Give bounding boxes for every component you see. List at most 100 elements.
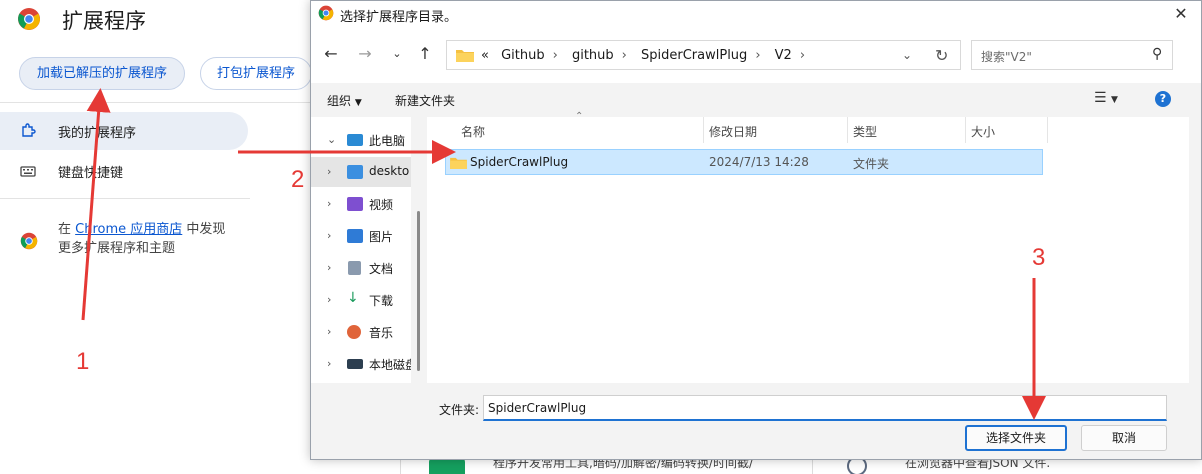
chrome-store-link[interactable]: Chrome 应用商店 [75, 222, 182, 237]
tree-item-documents[interactable]: › 文档 [311, 253, 411, 283]
chevron-right-icon[interactable]: › [622, 48, 627, 63]
search-input[interactable]: 搜索"V2" [981, 48, 1032, 65]
chevron-right-icon[interactable]: › [755, 48, 760, 63]
tree-item-desktop[interactable]: › deskto [311, 157, 411, 187]
up-arrow-icon[interactable]: ↑ [415, 44, 435, 64]
tree-item-label: 下载 [369, 294, 394, 308]
annotation-number: 1 [76, 348, 90, 375]
tree-item-label: 图片 [369, 230, 394, 244]
chevron-right-icon[interactable]: › [327, 293, 331, 306]
select-folder-dialog: 选择扩展程序目录。 ✕ ← → ⌄ ↑ « Github › github › Sp… [310, 0, 1202, 460]
tree-item-label: 音乐 [369, 326, 394, 340]
sidebar-divider [0, 198, 250, 199]
chevron-right-icon[interactable]: › [327, 325, 331, 338]
breadcrumb-item[interactable]: Github [501, 48, 545, 63]
extension-logo-icon [429, 458, 465, 474]
chevron-right-icon[interactable]: › [327, 197, 331, 210]
dialog-title: 选择扩展程序目录。 [340, 10, 458, 25]
chrome-store-icon [20, 232, 38, 250]
breadcrumb-item[interactable]: SpiderCrawlPlug [641, 48, 747, 63]
store-note-suffix: 中发现 [186, 222, 226, 237]
column-header-size[interactable]: 大小 [971, 123, 995, 140]
view-options-icon[interactable]: ☰ ▼ [1094, 90, 1118, 106]
tree-item-pictures[interactable]: › 图片 [311, 221, 411, 251]
refresh-icon[interactable]: ↻ [935, 46, 948, 65]
annotation-number: 3 [1032, 244, 1046, 271]
tree-item-label: 文档 [369, 262, 394, 276]
chevron-right-icon[interactable]: › [800, 48, 805, 63]
address-bar[interactable]: « Github › github › SpiderCrawlPlug › V2 › ⌄… [446, 40, 961, 70]
chrome-icon [318, 5, 334, 21]
tree-item-local-disk[interactable]: › 本地磁盘 [311, 349, 411, 379]
tree-item-downloads[interactable]: › ↓ 下载 [311, 285, 411, 315]
cancel-button[interactable]: 取消 [1081, 425, 1167, 451]
extensions-header: 扩展程序 [0, 0, 312, 40]
store-note-prefix: 在 [58, 222, 72, 237]
page-title: 扩展程序 [62, 9, 146, 33]
chrome-logo-icon [18, 8, 40, 30]
chevron-down-icon[interactable]: ⌄ [902, 48, 912, 62]
column-header-date[interactable]: 修改日期 [709, 123, 757, 140]
forward-arrow-icon[interactable]: → [355, 44, 375, 64]
chevron-right-icon[interactable]: › [553, 48, 558, 63]
breadcrumb-item[interactable]: V2 [775, 48, 792, 63]
breadcrumb: « Github › github › SpiderCrawlPlug › V2 › [481, 48, 815, 63]
video-icon [347, 197, 363, 211]
sidebar-item-my-extensions[interactable]: 我的扩展程序 [0, 112, 248, 150]
close-icon[interactable]: ✕ [1171, 4, 1191, 24]
disk-icon [347, 359, 363, 369]
column-divider[interactable] [847, 117, 848, 143]
column-divider[interactable] [965, 117, 966, 143]
file-row[interactable]: SpiderCrawlPlug 2024/7/13 14:28 文件夹 [445, 149, 1043, 175]
desktop-icon [347, 165, 363, 179]
column-header-name[interactable]: 名称 [461, 123, 485, 140]
folder-icon [450, 157, 467, 169]
header-divider [0, 102, 310, 103]
back-arrow-icon[interactable]: ← [321, 44, 341, 64]
select-folder-button[interactable]: 选择文件夹 [965, 425, 1067, 451]
dialog-titlebar: 选择扩展程序目录。 ✕ [311, 1, 1201, 27]
puzzle-icon [22, 123, 36, 137]
store-note: 在 Chrome 应用商店 中发现 更多扩展程序和主题 [58, 220, 258, 258]
breadcrumb-overflow[interactable]: « [481, 48, 489, 63]
help-icon[interactable]: ? [1155, 91, 1171, 107]
tree-item-music[interactable]: › 音乐 [311, 317, 411, 347]
sort-ascending-icon: ⌃ [575, 111, 584, 122]
sidebar-item-label: 我的扩展程序 [58, 126, 137, 141]
chevron-right-icon[interactable]: › [327, 229, 331, 242]
column-divider[interactable] [703, 117, 704, 143]
column-header-type[interactable]: 类型 [853, 123, 877, 140]
tree-item-videos[interactable]: › 视频 [311, 189, 411, 219]
column-divider[interactable] [1047, 117, 1048, 143]
folder-icon [456, 50, 474, 62]
file-type: 文件夹 [853, 157, 890, 171]
command-bar: 组织 ▼ 新建文件夹 ☰ ▼ ? [311, 85, 1201, 115]
file-list-scrollbar[interactable] [1189, 117, 1201, 383]
file-date: 2024/7/13 14:28 [709, 155, 809, 169]
dialog-footer: 文件夹: 选择文件夹 取消 [311, 383, 1201, 459]
pack-extension-button[interactable]: 打包扩展程序 [200, 57, 312, 90]
caret-down-icon: ▼ [354, 98, 362, 108]
pictures-icon [347, 229, 363, 243]
organize-menu[interactable]: 组织 ▼ [327, 92, 362, 109]
chevron-down-icon[interactable]: ⌄ [327, 133, 336, 146]
annotation-number: 2 [291, 166, 305, 193]
tree-scrollbar[interactable] [417, 211, 420, 371]
tree-item-this-pc[interactable]: ⌄ 此电脑 [311, 125, 411, 155]
breadcrumb-item[interactable]: github [572, 48, 614, 63]
sidebar-item-shortcuts[interactable]: 键盘快捷键 [0, 152, 248, 190]
file-list: ⌃ 名称 修改日期 类型 大小 SpiderCrawlPlug 2024/7/1… [427, 111, 1189, 383]
tree-item-label: 本地磁盘 [369, 358, 411, 372]
chevron-right-icon[interactable]: › [327, 357, 331, 370]
sidebar-item-label: 键盘快捷键 [58, 166, 124, 181]
chevron-right-icon[interactable]: › [327, 261, 331, 274]
new-folder-button[interactable]: 新建文件夹 [395, 92, 455, 109]
file-name: SpiderCrawlPlug [470, 155, 569, 169]
search-box[interactable]: 搜索"V2" ⚲ [971, 40, 1173, 70]
recent-dropdown-icon[interactable]: ⌄ [387, 44, 407, 64]
load-unpacked-button[interactable]: 加载已解压的扩展程序 [19, 57, 185, 90]
store-note-line2: 更多扩展程序和主题 [58, 241, 176, 256]
chevron-right-icon[interactable]: › [327, 165, 331, 178]
search-icon[interactable]: ⚲ [1152, 46, 1162, 62]
folder-field[interactable] [483, 395, 1167, 421]
